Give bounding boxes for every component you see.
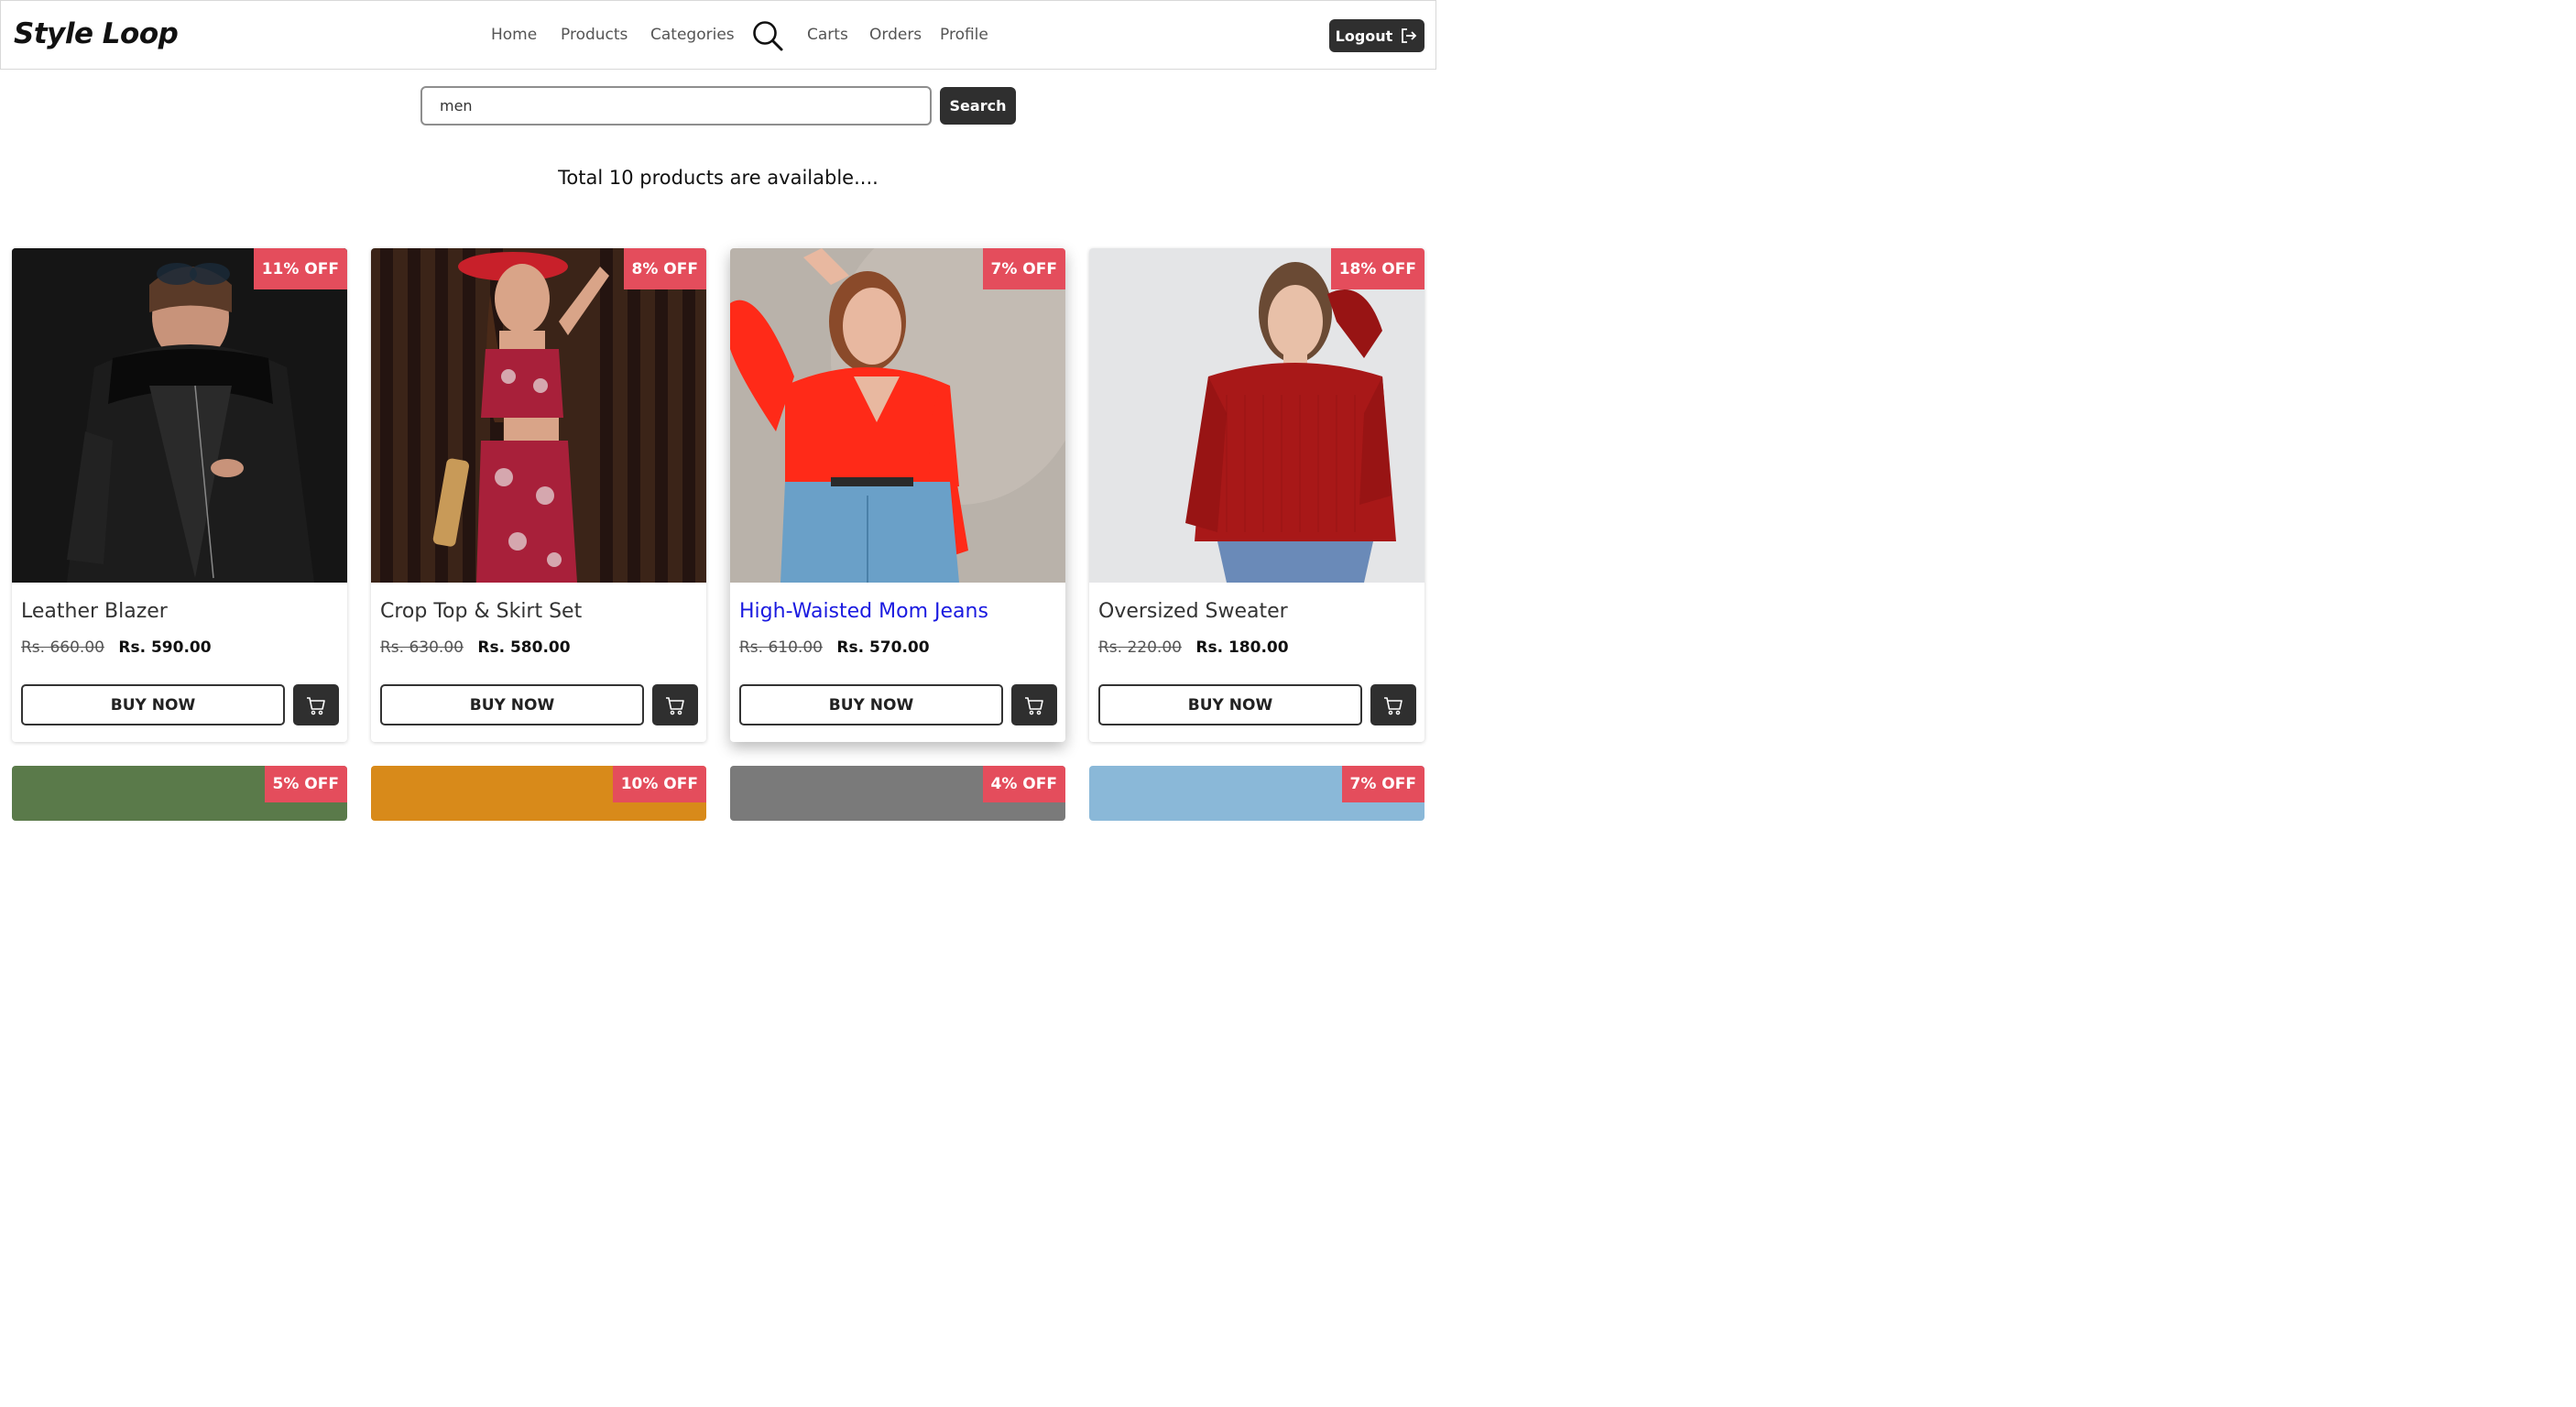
brand-logo[interactable]: Style Loop bbox=[14, 17, 179, 50]
nav-orders[interactable]: Orders bbox=[869, 26, 922, 44]
product-image[interactable]: 11% OFF bbox=[12, 248, 347, 583]
product-card[interactable]: 10% OFF bbox=[371, 766, 706, 821]
product-card[interactable]: 7% OFF High-Waisted Mom Jeans Rs. 610.00… bbox=[730, 248, 1065, 742]
product-card[interactable]: 8% OFF Crop Top & Skirt Set Rs. 630.00 R… bbox=[371, 248, 706, 742]
product-title[interactable]: High-Waisted Mom Jeans bbox=[739, 600, 988, 623]
logout-label: Logout bbox=[1335, 27, 1393, 45]
cart-icon bbox=[1384, 696, 1403, 714]
original-price: Rs. 630.00 bbox=[380, 638, 464, 657]
add-to-cart-button[interactable] bbox=[652, 684, 698, 725]
search-button[interactable]: Search bbox=[940, 87, 1016, 125]
discount-badge: 7% OFF bbox=[1341, 766, 1424, 802]
discount-badge: 5% OFF bbox=[264, 766, 347, 802]
cart-icon bbox=[307, 696, 325, 714]
buy-now-button[interactable]: BUY NOW bbox=[21, 684, 285, 725]
price-row: Rs. 660.00 Rs. 590.00 bbox=[21, 638, 212, 657]
nav-home[interactable]: Home bbox=[491, 26, 537, 44]
product-image[interactable]: 7% OFF bbox=[730, 248, 1065, 583]
cart-icon bbox=[1025, 696, 1043, 714]
sale-price: Rs. 590.00 bbox=[118, 638, 212, 657]
buy-now-button[interactable]: BUY NOW bbox=[1098, 684, 1362, 725]
discount-badge: 7% OFF bbox=[982, 248, 1065, 289]
logout-icon bbox=[1402, 28, 1417, 43]
price-row: Rs. 610.00 Rs. 570.00 bbox=[739, 638, 930, 657]
original-price: Rs. 610.00 bbox=[739, 638, 823, 657]
sale-price: Rs. 570.00 bbox=[836, 638, 930, 657]
product-title[interactable]: Oversized Sweater bbox=[1098, 600, 1288, 623]
cart-icon bbox=[666, 696, 684, 714]
search-icon[interactable] bbox=[751, 19, 784, 52]
buy-now-button[interactable]: BUY NOW bbox=[739, 684, 1003, 725]
discount-badge: 8% OFF bbox=[623, 248, 706, 289]
sale-price: Rs. 580.00 bbox=[477, 638, 571, 657]
product-image[interactable]: 18% OFF bbox=[1089, 248, 1424, 583]
product-card[interactable]: 11% OFF Leather Blazer Rs. 660.00 Rs. 59… bbox=[12, 248, 347, 742]
original-price: Rs. 220.00 bbox=[1098, 638, 1182, 657]
product-card[interactable]: 18% OFF Oversized Sweater Rs. 220.00 Rs.… bbox=[1089, 248, 1424, 742]
discount-badge: 10% OFF bbox=[612, 766, 706, 802]
original-price: Rs. 660.00 bbox=[21, 638, 104, 657]
navbar: Style Loop Home Products Categories Cart… bbox=[0, 0, 1436, 70]
nav-products[interactable]: Products bbox=[561, 26, 628, 44]
nav-carts[interactable]: Carts bbox=[807, 26, 848, 44]
buy-now-button[interactable]: BUY NOW bbox=[380, 684, 644, 725]
product-card[interactable]: 5% OFF bbox=[12, 766, 347, 821]
search-input[interactable] bbox=[420, 86, 932, 125]
sale-price: Rs. 180.00 bbox=[1195, 638, 1289, 657]
nav-profile[interactable]: Profile bbox=[940, 26, 988, 44]
add-to-cart-button[interactable] bbox=[1011, 684, 1057, 725]
add-to-cart-button[interactable] bbox=[293, 684, 339, 725]
discount-badge: 18% OFF bbox=[1330, 248, 1424, 289]
nav-categories[interactable]: Categories bbox=[650, 26, 735, 44]
product-title[interactable]: Leather Blazer bbox=[21, 600, 168, 623]
price-row: Rs. 630.00 Rs. 580.00 bbox=[380, 638, 571, 657]
product-image[interactable]: 8% OFF bbox=[371, 248, 706, 583]
discount-badge: 4% OFF bbox=[982, 766, 1065, 802]
total-products-text: Total 10 products are available.... bbox=[558, 167, 879, 189]
logout-button[interactable]: Logout bbox=[1329, 19, 1424, 52]
product-card[interactable]: 7% OFF bbox=[1089, 766, 1424, 821]
discount-badge: 11% OFF bbox=[253, 248, 347, 289]
add-to-cart-button[interactable] bbox=[1370, 684, 1416, 725]
price-row: Rs. 220.00 Rs. 180.00 bbox=[1098, 638, 1289, 657]
product-title[interactable]: Crop Top & Skirt Set bbox=[380, 600, 582, 623]
product-card[interactable]: 4% OFF bbox=[730, 766, 1065, 821]
